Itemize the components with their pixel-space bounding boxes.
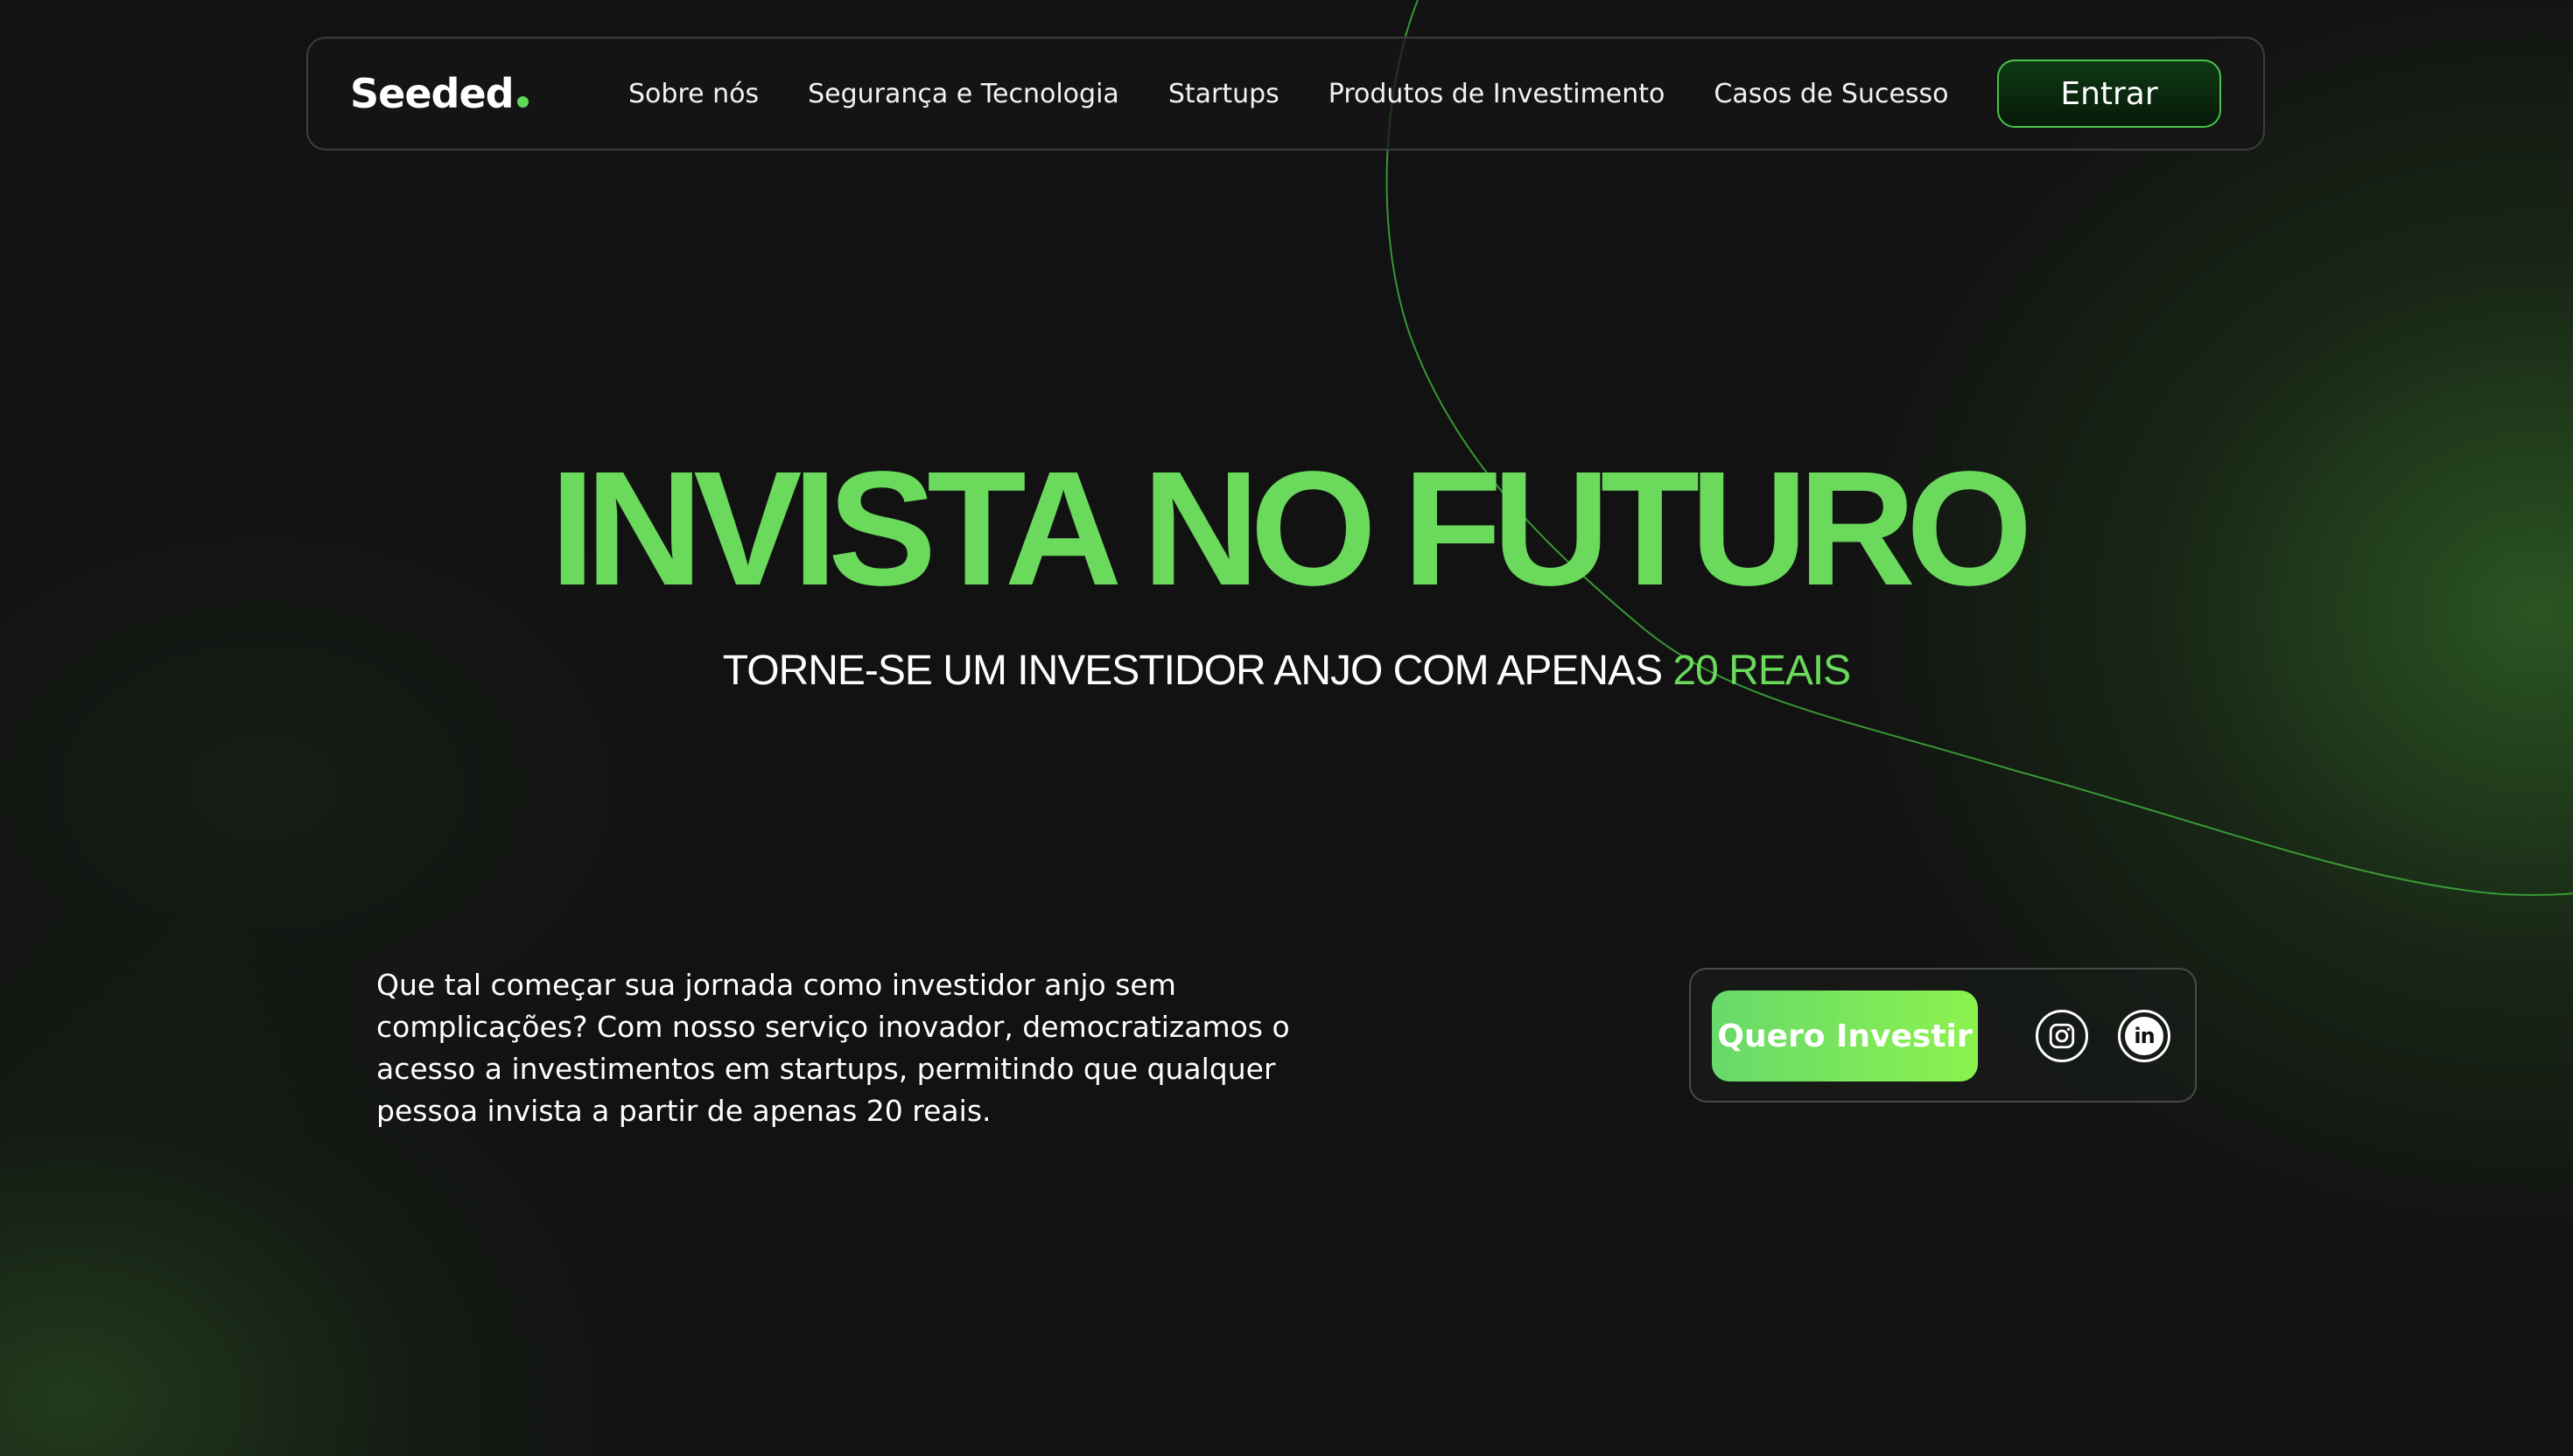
login-button[interactable]: Entrar — [1997, 60, 2221, 128]
nav-link-seguranca-tecnologia[interactable]: Segurança e Tecnologia — [808, 79, 1119, 109]
nav-link-produtos-investimento[interactable]: Produtos de Investimento — [1329, 79, 1665, 109]
nav-links: Sobre nós Segurança e Tecnologia Startup… — [628, 38, 1949, 149]
hero-subtitle-text: TORNE-SE UM INVESTIDOR ANJO COM APENAS — [722, 648, 1673, 694]
instagram-glyph — [2049, 1023, 2075, 1049]
top-navbar: Seeded Sobre nós Segurança e Tecnologia … — [306, 37, 2265, 150]
instagram-icon[interactable] — [2036, 1010, 2088, 1062]
nav-link-sobre-nos[interactable]: Sobre nós — [628, 79, 759, 109]
invest-button[interactable]: Quero Investir — [1712, 990, 1978, 1082]
hero-subtitle-highlight: 20 REAIS — [1672, 648, 1851, 694]
intro-paragraph: Que tal começar sua jornada como investi… — [376, 968, 1290, 1128]
logo-dot — [516, 96, 529, 108]
landing-page: Seeded Sobre nós Segurança e Tecnologia … — [0, 0, 2573, 1456]
hero-title: INVISTA NO FUTURO — [550, 438, 2032, 620]
linkedin-icon[interactable]: in — [2118, 1010, 2170, 1062]
linkedin-glyph: in — [2125, 1017, 2163, 1055]
cta-panel: Quero Investir in — [1689, 968, 2197, 1102]
decorative-curve — [1385, 0, 2573, 896]
logo-text: Seeded — [350, 70, 515, 117]
nav-link-casos-sucesso[interactable]: Casos de Sucesso — [1714, 79, 1948, 109]
brand-logo[interactable]: Seeded — [350, 38, 529, 149]
nav-link-startups[interactable]: Startups — [1168, 79, 1279, 109]
hero-subtitle: TORNE-SE UM INVESTIDOR ANJO COM APENAS 2… — [0, 640, 2573, 702]
